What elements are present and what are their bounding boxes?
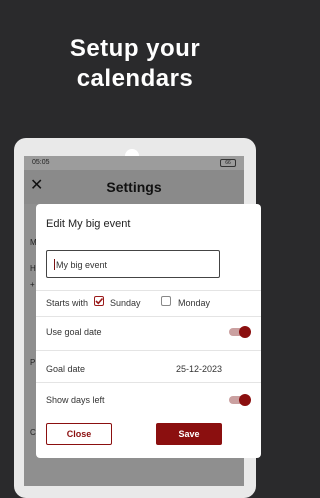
app-bar: ✕ Settings bbox=[24, 170, 244, 204]
toggle-knob bbox=[239, 326, 251, 338]
background-row: P bbox=[30, 358, 36, 367]
sunday-label[interactable]: Sunday bbox=[110, 298, 141, 308]
edit-event-dialog: Edit My big event My big event Starts wi… bbox=[36, 204, 261, 458]
use-goal-date-toggle[interactable] bbox=[229, 326, 251, 338]
divider bbox=[36, 290, 261, 291]
divider bbox=[36, 350, 261, 351]
starts-with-label: Starts with bbox=[46, 298, 89, 308]
monday-label[interactable]: Monday bbox=[178, 298, 210, 308]
divider bbox=[36, 382, 261, 383]
show-days-left-label: Show days left bbox=[46, 395, 105, 405]
monday-checkbox[interactable] bbox=[161, 296, 171, 306]
save-button[interactable]: Save bbox=[156, 423, 222, 445]
battery-icon: 66 bbox=[220, 159, 236, 167]
event-name-value: My big event bbox=[56, 260, 108, 270]
promo-headline-line2: calendars bbox=[76, 65, 194, 92]
background-row: H bbox=[30, 264, 36, 273]
promo-headline: Setup your calendars bbox=[0, 34, 270, 94]
text-caret bbox=[54, 259, 55, 270]
toggle-knob bbox=[239, 394, 251, 406]
show-days-left-toggle[interactable] bbox=[229, 394, 251, 406]
use-goal-date-label: Use goal date bbox=[46, 327, 102, 337]
close-button[interactable]: Close bbox=[46, 423, 112, 445]
status-time: 05:05 bbox=[32, 159, 50, 166]
background-row: C bbox=[30, 428, 36, 437]
status-bar: 05:05 66 bbox=[24, 156, 244, 170]
sunday-checkbox[interactable] bbox=[94, 296, 104, 306]
dialog-title: Edit My big event bbox=[46, 218, 131, 230]
page-title: Settings bbox=[106, 179, 162, 195]
goal-date-value[interactable]: 25-12-2023 bbox=[46, 364, 222, 374]
background-row: + bbox=[30, 280, 35, 289]
promo-headline-line1: Setup your bbox=[69, 35, 201, 62]
check-icon bbox=[95, 297, 104, 305]
divider bbox=[36, 316, 261, 317]
event-name-input[interactable]: My big event bbox=[46, 250, 220, 278]
